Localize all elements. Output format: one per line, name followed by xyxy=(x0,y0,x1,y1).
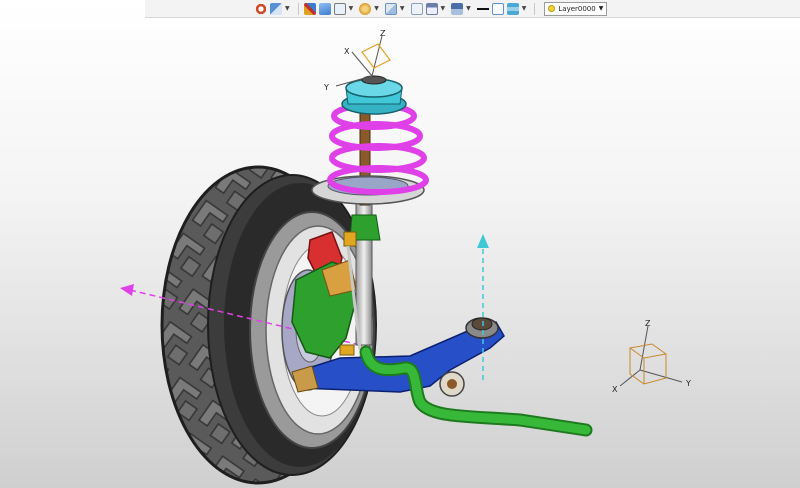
suspension-model[interactable]: Z Y X Z Y X xyxy=(0,0,800,488)
corner-triad-y-label: Y xyxy=(685,379,691,388)
corner-triad-z-label: Z xyxy=(645,319,651,328)
corner-triad-x-label: X xyxy=(612,385,618,394)
triad-x-label: X xyxy=(344,47,350,56)
triad-z-label: Z xyxy=(380,29,386,38)
corner-coordinate-triad: Z Y X xyxy=(612,319,691,394)
triad-y-label: Y xyxy=(323,83,329,92)
vertical-axis-arrow xyxy=(477,234,489,380)
3d-viewport[interactable]: ▼ ▼ ▼ ▼ ▼ ▼ ▼ Layer0000 ▼ Z Y X Z Y X xyxy=(0,0,800,488)
